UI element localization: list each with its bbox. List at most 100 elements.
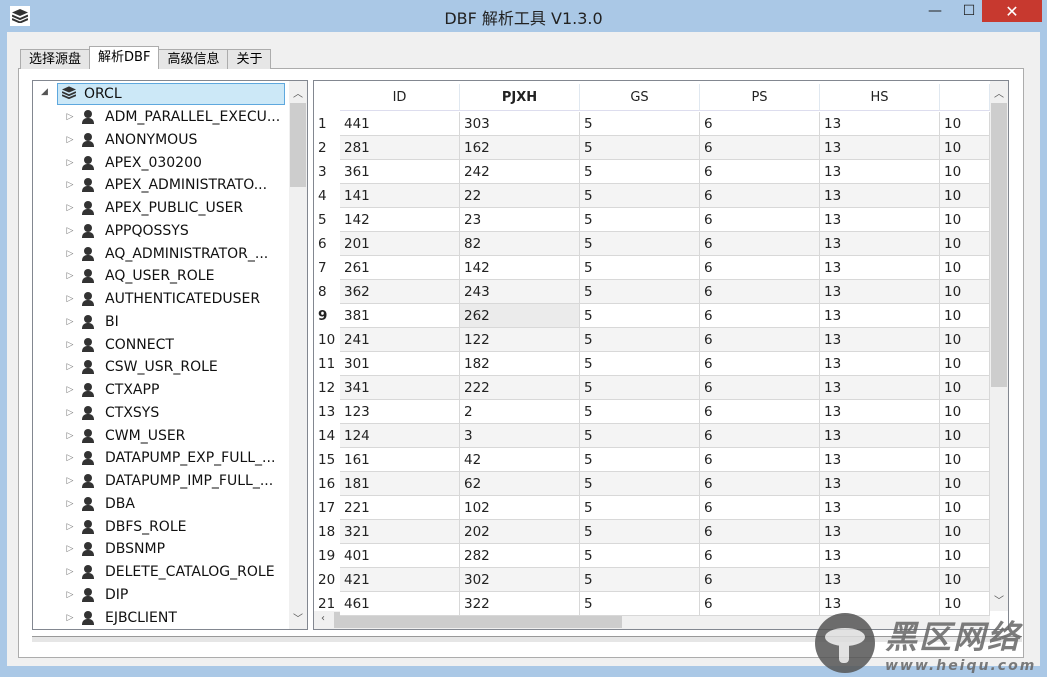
tree-item[interactable]: ▷ CONNECT bbox=[65, 334, 174, 356]
table-cell[interactable]: 13 bbox=[820, 112, 940, 136]
expand-arrow-icon[interactable]: ▷ bbox=[65, 476, 75, 486]
table-cell[interactable]: 10 bbox=[940, 352, 990, 376]
table-cell[interactable]: 13 bbox=[820, 376, 940, 400]
tree-root[interactable]: ORCL bbox=[57, 83, 285, 105]
table-cell[interactable]: 5 bbox=[580, 328, 700, 352]
table-cell[interactable]: 123 bbox=[340, 400, 460, 424]
table-cell[interactable]: 13 bbox=[820, 304, 940, 328]
expand-arrow-icon[interactable]: ▷ bbox=[65, 499, 75, 509]
table-cell[interactable]: 10 bbox=[940, 112, 990, 136]
tree-vertical-scrollbar[interactable]: ︿ ﹀ bbox=[289, 81, 307, 629]
column-header[interactable]: GS bbox=[580, 84, 700, 111]
row-header[interactable]: 20 bbox=[314, 568, 340, 592]
table-cell[interactable]: 161 bbox=[340, 448, 460, 472]
table-cell[interactable]: 441 bbox=[340, 112, 460, 136]
tree-item[interactable]: ▷ DIP bbox=[65, 584, 129, 606]
table-cell[interactable]: 2 bbox=[460, 400, 580, 424]
table-cell[interactable]: 10 bbox=[940, 520, 990, 544]
table-cell[interactable]: 6 bbox=[700, 352, 820, 376]
data-grid[interactable]: ︿ ﹀ ‹ ID PJXH GS PS HS 1 441 303 5 6 13 10 2 281 162 5 6… bbox=[313, 80, 1009, 630]
table-cell[interactable]: 5 bbox=[580, 112, 700, 136]
table-cell[interactable]: 13 bbox=[820, 280, 940, 304]
table-cell[interactable]: 10 bbox=[940, 208, 990, 232]
table-cell[interactable]: 13 bbox=[820, 544, 940, 568]
table-cell[interactable]: 243 bbox=[460, 280, 580, 304]
table-cell[interactable]: 6 bbox=[700, 112, 820, 136]
table-cell[interactable]: 6 bbox=[700, 448, 820, 472]
table-cell[interactable]: 10 bbox=[940, 232, 990, 256]
tree-item[interactable]: ▷ DBSNMP bbox=[65, 538, 166, 560]
table-cell[interactable]: 10 bbox=[940, 400, 990, 424]
expand-arrow-icon[interactable]: ▷ bbox=[65, 590, 75, 600]
table-cell[interactable]: 6 bbox=[700, 304, 820, 328]
row-header[interactable]: 11 bbox=[314, 352, 340, 376]
table-cell[interactable]: 142 bbox=[460, 256, 580, 280]
table-cell[interactable]: 22 bbox=[460, 184, 580, 208]
table-cell[interactable]: 13 bbox=[820, 448, 940, 472]
expand-arrow-icon[interactable]: ▷ bbox=[65, 135, 75, 145]
column-header[interactable] bbox=[940, 84, 990, 111]
row-header[interactable]: 12 bbox=[314, 376, 340, 400]
row-header[interactable]: 16 bbox=[314, 472, 340, 496]
table-cell[interactable]: 10 bbox=[940, 544, 990, 568]
table-cell[interactable]: 142 bbox=[340, 208, 460, 232]
table-cell[interactable]: 221 bbox=[340, 496, 460, 520]
tree-item[interactable]: ▷ APEX_ADMINISTRATO... bbox=[65, 174, 268, 196]
row-header[interactable]: 1 bbox=[314, 112, 340, 136]
table-cell[interactable]: 5 bbox=[580, 256, 700, 280]
maximize-button[interactable]: ☐ bbox=[952, 0, 986, 22]
row-header[interactable]: 8 bbox=[314, 280, 340, 304]
table-cell[interactable]: 10 bbox=[940, 280, 990, 304]
table-cell[interactable]: 321 bbox=[340, 520, 460, 544]
tab-advanced-info[interactable]: 高级信息 bbox=[158, 49, 229, 69]
table-cell[interactable]: 6 bbox=[700, 232, 820, 256]
tree-item[interactable]: ▷ DBA bbox=[65, 493, 135, 515]
expand-arrow-icon[interactable]: ▷ bbox=[65, 271, 75, 281]
tree-item[interactable]: ▷ AQ_ADMINISTRATOR_... bbox=[65, 243, 269, 265]
table-cell[interactable]: 241 bbox=[340, 328, 460, 352]
expand-arrow-icon[interactable]: ▷ bbox=[65, 203, 75, 213]
table-cell[interactable]: 5 bbox=[580, 352, 700, 376]
scroll-up-icon[interactable]: ︿ bbox=[990, 85, 1008, 100]
tree-item[interactable]: ▷ EJBCLIENT bbox=[65, 607, 177, 629]
expand-arrow-icon[interactable]: ▷ bbox=[65, 294, 75, 304]
expand-arrow-icon[interactable]: ◢ bbox=[41, 87, 48, 97]
table-cell[interactable]: 13 bbox=[820, 352, 940, 376]
schema-tree[interactable]: ORCL ◢ ︿ ﹀ ▷ ADM_PARALLEL_EXECU... ▷ ANONYM… bbox=[32, 80, 308, 630]
table-cell[interactable]: 5 bbox=[580, 376, 700, 400]
table-cell[interactable]: 10 bbox=[940, 328, 990, 352]
table-cell[interactable]: 361 bbox=[340, 160, 460, 184]
expand-arrow-icon[interactable]: ▷ bbox=[65, 567, 75, 577]
table-cell[interactable]: 10 bbox=[940, 160, 990, 184]
table-cell[interactable]: 401 bbox=[340, 544, 460, 568]
table-cell[interactable]: 301 bbox=[340, 352, 460, 376]
table-cell[interactable]: 202 bbox=[460, 520, 580, 544]
table-cell[interactable]: 10 bbox=[940, 304, 990, 328]
table-cell[interactable]: 5 bbox=[580, 280, 700, 304]
minimize-button[interactable]: — bbox=[918, 0, 952, 22]
expand-arrow-icon[interactable]: ▷ bbox=[65, 408, 75, 418]
column-header[interactable]: PS bbox=[700, 84, 820, 111]
tree-item[interactable]: ▷ DELETE_CATALOG_ROLE bbox=[65, 561, 275, 583]
row-header[interactable]: 6 bbox=[314, 232, 340, 256]
row-header[interactable]: 10 bbox=[314, 328, 340, 352]
expand-arrow-icon[interactable]: ▷ bbox=[65, 112, 75, 122]
table-cell[interactable]: 281 bbox=[340, 136, 460, 160]
scroll-down-icon[interactable]: ﹀ bbox=[289, 610, 307, 625]
table-cell[interactable]: 6 bbox=[700, 520, 820, 544]
table-cell[interactable]: 201 bbox=[340, 232, 460, 256]
expand-arrow-icon[interactable]: ▷ bbox=[65, 385, 75, 395]
table-cell[interactable]: 82 bbox=[460, 232, 580, 256]
table-cell[interactable]: 381 bbox=[340, 304, 460, 328]
row-header[interactable]: 7 bbox=[314, 256, 340, 280]
tree-item[interactable]: ▷ BI bbox=[65, 311, 119, 333]
table-cell[interactable]: 13 bbox=[820, 160, 940, 184]
tree-item[interactable]: ▷ APEX_030200 bbox=[65, 152, 202, 174]
column-header[interactable]: HS bbox=[820, 84, 940, 111]
table-cell[interactable]: 5 bbox=[580, 472, 700, 496]
row-header[interactable]: 5 bbox=[314, 208, 340, 232]
scroll-thumb[interactable] bbox=[991, 103, 1007, 387]
row-header[interactable]: 3 bbox=[314, 160, 340, 184]
tree-item[interactable]: ▷ ANONYMOUS bbox=[65, 129, 198, 151]
table-cell[interactable]: 5 bbox=[580, 208, 700, 232]
